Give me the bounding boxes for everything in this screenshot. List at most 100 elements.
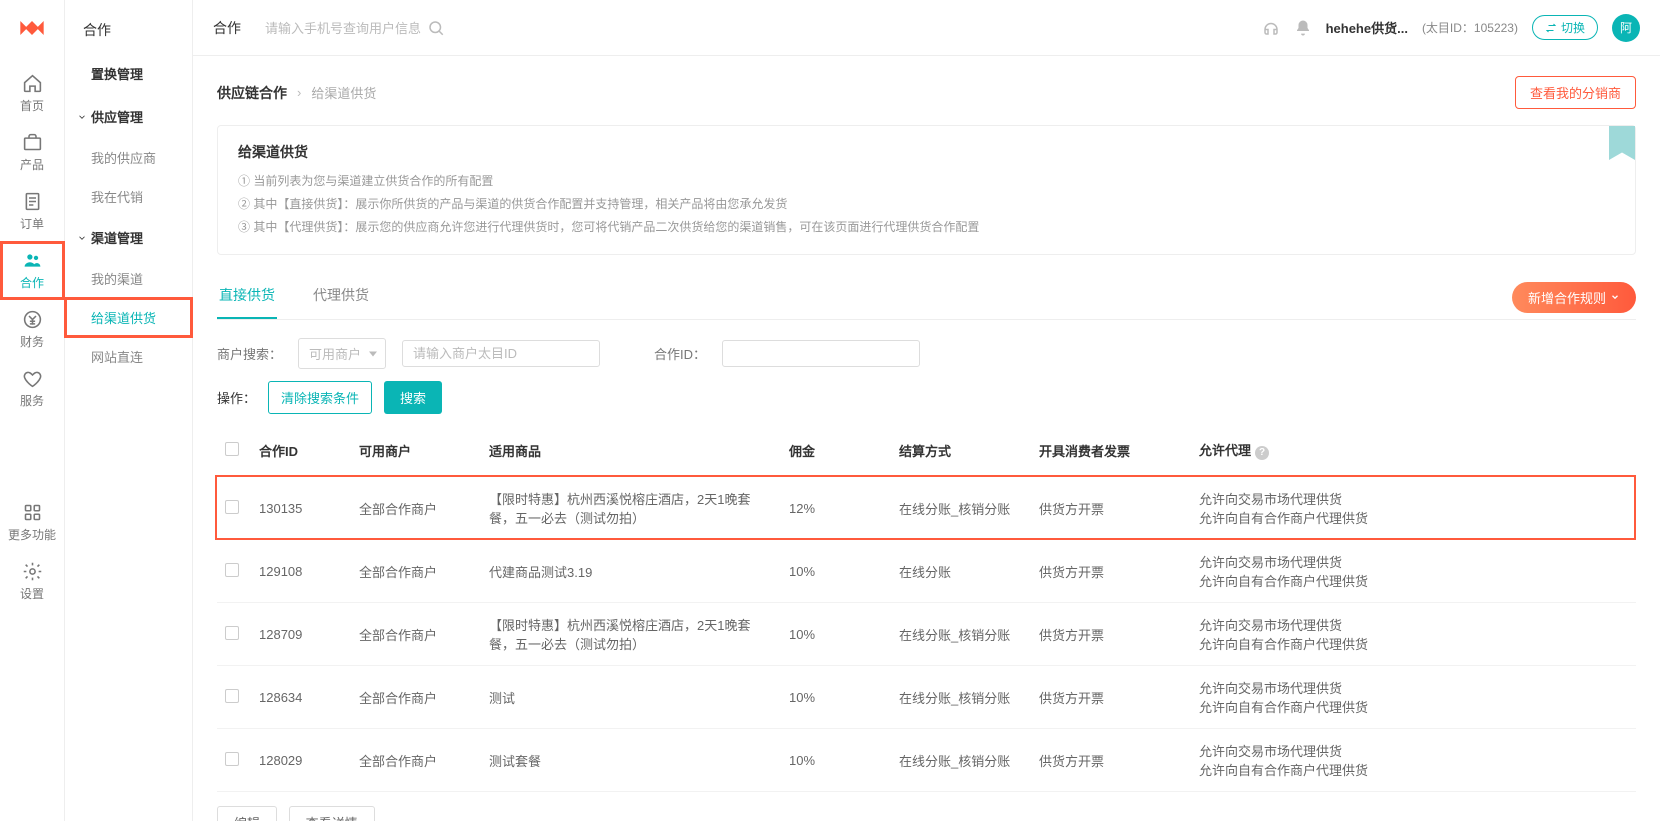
nav-label: 产品 (20, 156, 44, 173)
row-checkbox[interactable] (225, 563, 239, 577)
cell-proxy: 允许向交易市场代理供货允许向自有合作商户代理供货 (1191, 603, 1636, 666)
chevron-down-icon (1610, 292, 1620, 302)
search-button[interactable]: 搜索 (384, 381, 442, 414)
col-佣金: 佣金 (781, 424, 891, 477)
nav-label: 合作 (20, 274, 44, 291)
sidebar-item-我的渠道[interactable]: 我的渠道 (65, 259, 192, 298)
row-checkbox[interactable] (225, 500, 239, 514)
coop-id-input[interactable] (722, 340, 920, 367)
coop-id-label: 合作ID： (646, 344, 706, 363)
filter-row: 商户搜索： 可用商户 合作ID： (217, 338, 1636, 369)
cell-proxy: 允许向交易市场代理供货允许向自有合作商户代理供货 (1191, 729, 1636, 792)
topbar: 合作 请输入手机号查询用户信息 hehehe供货... (太目ID：105223… (193, 0, 1660, 56)
cell-proxy: 允许向交易市场代理供货允许向自有合作商户代理供货 (1191, 477, 1636, 540)
user-id: (太目ID：105223) (1422, 19, 1518, 36)
add-rule-button[interactable]: 新增合作规则 (1512, 282, 1636, 313)
sidebar-item-我的供应商[interactable]: 我的供应商 (65, 138, 192, 177)
group-label: 置换管理 (91, 64, 143, 83)
table-row[interactable]: 130135全部合作商户【限时特惠】杭州西溪悦榕庄酒店，2天1晚套餐，五一必去（… (217, 477, 1636, 540)
tab-代理供货[interactable]: 代理供货 (311, 275, 371, 319)
cell-commission: 12% (781, 477, 891, 540)
sidebar-item-网站直连[interactable]: 网站直连 (65, 337, 192, 376)
partner-icon (22, 250, 43, 271)
info-box-line-2: ② 其中【直接供货】：展示你所供货的产品与渠道的供货合作配置并支持管理，相关产品… (238, 193, 1615, 216)
cell-proxy: 允许向交易市场代理供货允许向自有合作商户代理供货 (1191, 666, 1636, 729)
cell-id: 128634 (251, 666, 351, 729)
select-all-checkbox[interactable] (225, 442, 239, 456)
cell-product: 【限时特惠】杭州西溪悦榕庄酒店，2天1晚套餐，五一必去（测试勿拍） (481, 477, 781, 540)
sidebar-header: 合作 (65, 0, 192, 52)
table-row[interactable]: 128029全部合作商户测试套餐10%在线分账_核销分账供货方开票允许向交易市场… (217, 729, 1636, 792)
nav-label: 设置 (20, 585, 44, 602)
tabs: 直接供货代理供货 新增合作规则 (217, 269, 1636, 320)
col-合作ID: 合作ID (251, 424, 351, 477)
col-适用商品: 适用商品 (481, 424, 781, 477)
nav-product[interactable]: 产品 (0, 123, 65, 182)
nav-more[interactable]: 更多功能 (0, 493, 65, 552)
cell-product: 【限时特惠】杭州西溪悦榕庄酒店，2天1晚套餐，五一必去（测试勿拍） (481, 603, 781, 666)
switch-account-button[interactable]: 切换 (1532, 15, 1598, 40)
group-label: 供应管理 (91, 107, 143, 126)
info-box-line-1: ① 当前列表为您与渠道建立供货合作的所有配置 (238, 170, 1615, 193)
table-row[interactable]: 128634全部合作商户测试10%在线分账_核销分账供货方开票允许向交易市场代理… (217, 666, 1636, 729)
breadcrumb-sep: › (297, 85, 301, 100)
ribbon-icon (1609, 126, 1635, 160)
ops-row: 操作： 清除搜索条件 搜索 (217, 381, 1636, 414)
bell-icon[interactable] (1294, 19, 1312, 37)
cell-invoice: 供货方开票 (1031, 477, 1191, 540)
cell-merchant: 全部合作商户 (351, 666, 481, 729)
cell-id: 128709 (251, 603, 351, 666)
cell-merchant: 全部合作商户 (351, 477, 481, 540)
finance-icon (22, 309, 43, 330)
main-area: 合作 请输入手机号查询用户信息 hehehe供货... (太目ID：105223… (193, 0, 1660, 821)
view-distributors-button[interactable]: 查看我的分销商 (1515, 76, 1636, 109)
app-logo (18, 14, 46, 42)
sidebar-group-置换管理[interactable]: 置换管理 (65, 52, 192, 95)
col-结算方式: 结算方式 (891, 424, 1031, 477)
cell-commission: 10% (781, 729, 891, 792)
merchant-type-select[interactable]: 可用商户 (298, 338, 386, 369)
nav-order[interactable]: 订单 (0, 182, 65, 241)
nav-home[interactable]: 首页 (0, 64, 65, 123)
nav-service[interactable]: 服务 (0, 359, 65, 418)
nav-label: 订单 (20, 215, 44, 232)
breadcrumb-current: 给渠道供货 (311, 83, 376, 102)
clear-filters-button[interactable]: 清除搜索条件 (268, 381, 372, 414)
search-placeholder-text: 请输入手机号查询用户信息 (265, 18, 421, 37)
global-search[interactable]: 请输入手机号查询用户信息 (265, 18, 445, 37)
detail-button[interactable]: 查看详情 (289, 806, 375, 821)
user-name: hehehe供货... (1326, 18, 1408, 37)
sidebar-group-渠道管理[interactable]: 渠道管理 (65, 216, 192, 259)
row-checkbox[interactable] (225, 689, 239, 703)
settings-icon (22, 561, 43, 582)
cell-settlement: 在线分账 (891, 540, 1031, 603)
service-icon (22, 368, 43, 389)
avatar[interactable]: 阿 (1612, 14, 1640, 42)
cell-product: 测试套餐 (481, 729, 781, 792)
home-icon (22, 73, 43, 94)
breadcrumb-root[interactable]: 供应链合作 (217, 83, 287, 103)
help-icon[interactable]: ? (1255, 446, 1269, 460)
table-row[interactable]: 129108全部合作商户代建商品测试3.1910%在线分账供货方开票允许向交易市… (217, 540, 1636, 603)
page-title: 合作 (213, 18, 241, 38)
headset-icon[interactable] (1262, 19, 1280, 37)
nav-finance[interactable]: 财务 (0, 300, 65, 359)
icon-sidebar: 首页产品订单合作财务服务更多功能设置 (0, 0, 65, 821)
order-icon (22, 191, 43, 212)
cell-settlement: 在线分账_核销分账 (891, 477, 1031, 540)
nav-partner[interactable]: 合作 (0, 241, 65, 300)
nav-label: 首页 (20, 97, 44, 114)
nav-settings[interactable]: 设置 (0, 552, 65, 611)
sidebar-item-给渠道供货[interactable]: 给渠道供货 (65, 298, 192, 337)
row-checkbox[interactable] (225, 626, 239, 640)
cell-invoice: 供货方开票 (1031, 540, 1191, 603)
edit-button[interactable]: 编辑 (217, 806, 277, 821)
tab-直接供货[interactable]: 直接供货 (217, 275, 277, 319)
table-row[interactable]: 128709全部合作商户【限时特惠】杭州西溪悦榕庄酒店，2天1晚套餐，五一必去（… (217, 603, 1636, 666)
sidebar-item-我在代销[interactable]: 我在代销 (65, 177, 192, 216)
swap-icon (1545, 22, 1557, 34)
info-box-title: 给渠道供货 (238, 142, 1615, 162)
merchant-id-input[interactable] (402, 340, 600, 367)
row-checkbox[interactable] (225, 752, 239, 766)
sidebar-group-供应管理[interactable]: 供应管理 (65, 95, 192, 138)
